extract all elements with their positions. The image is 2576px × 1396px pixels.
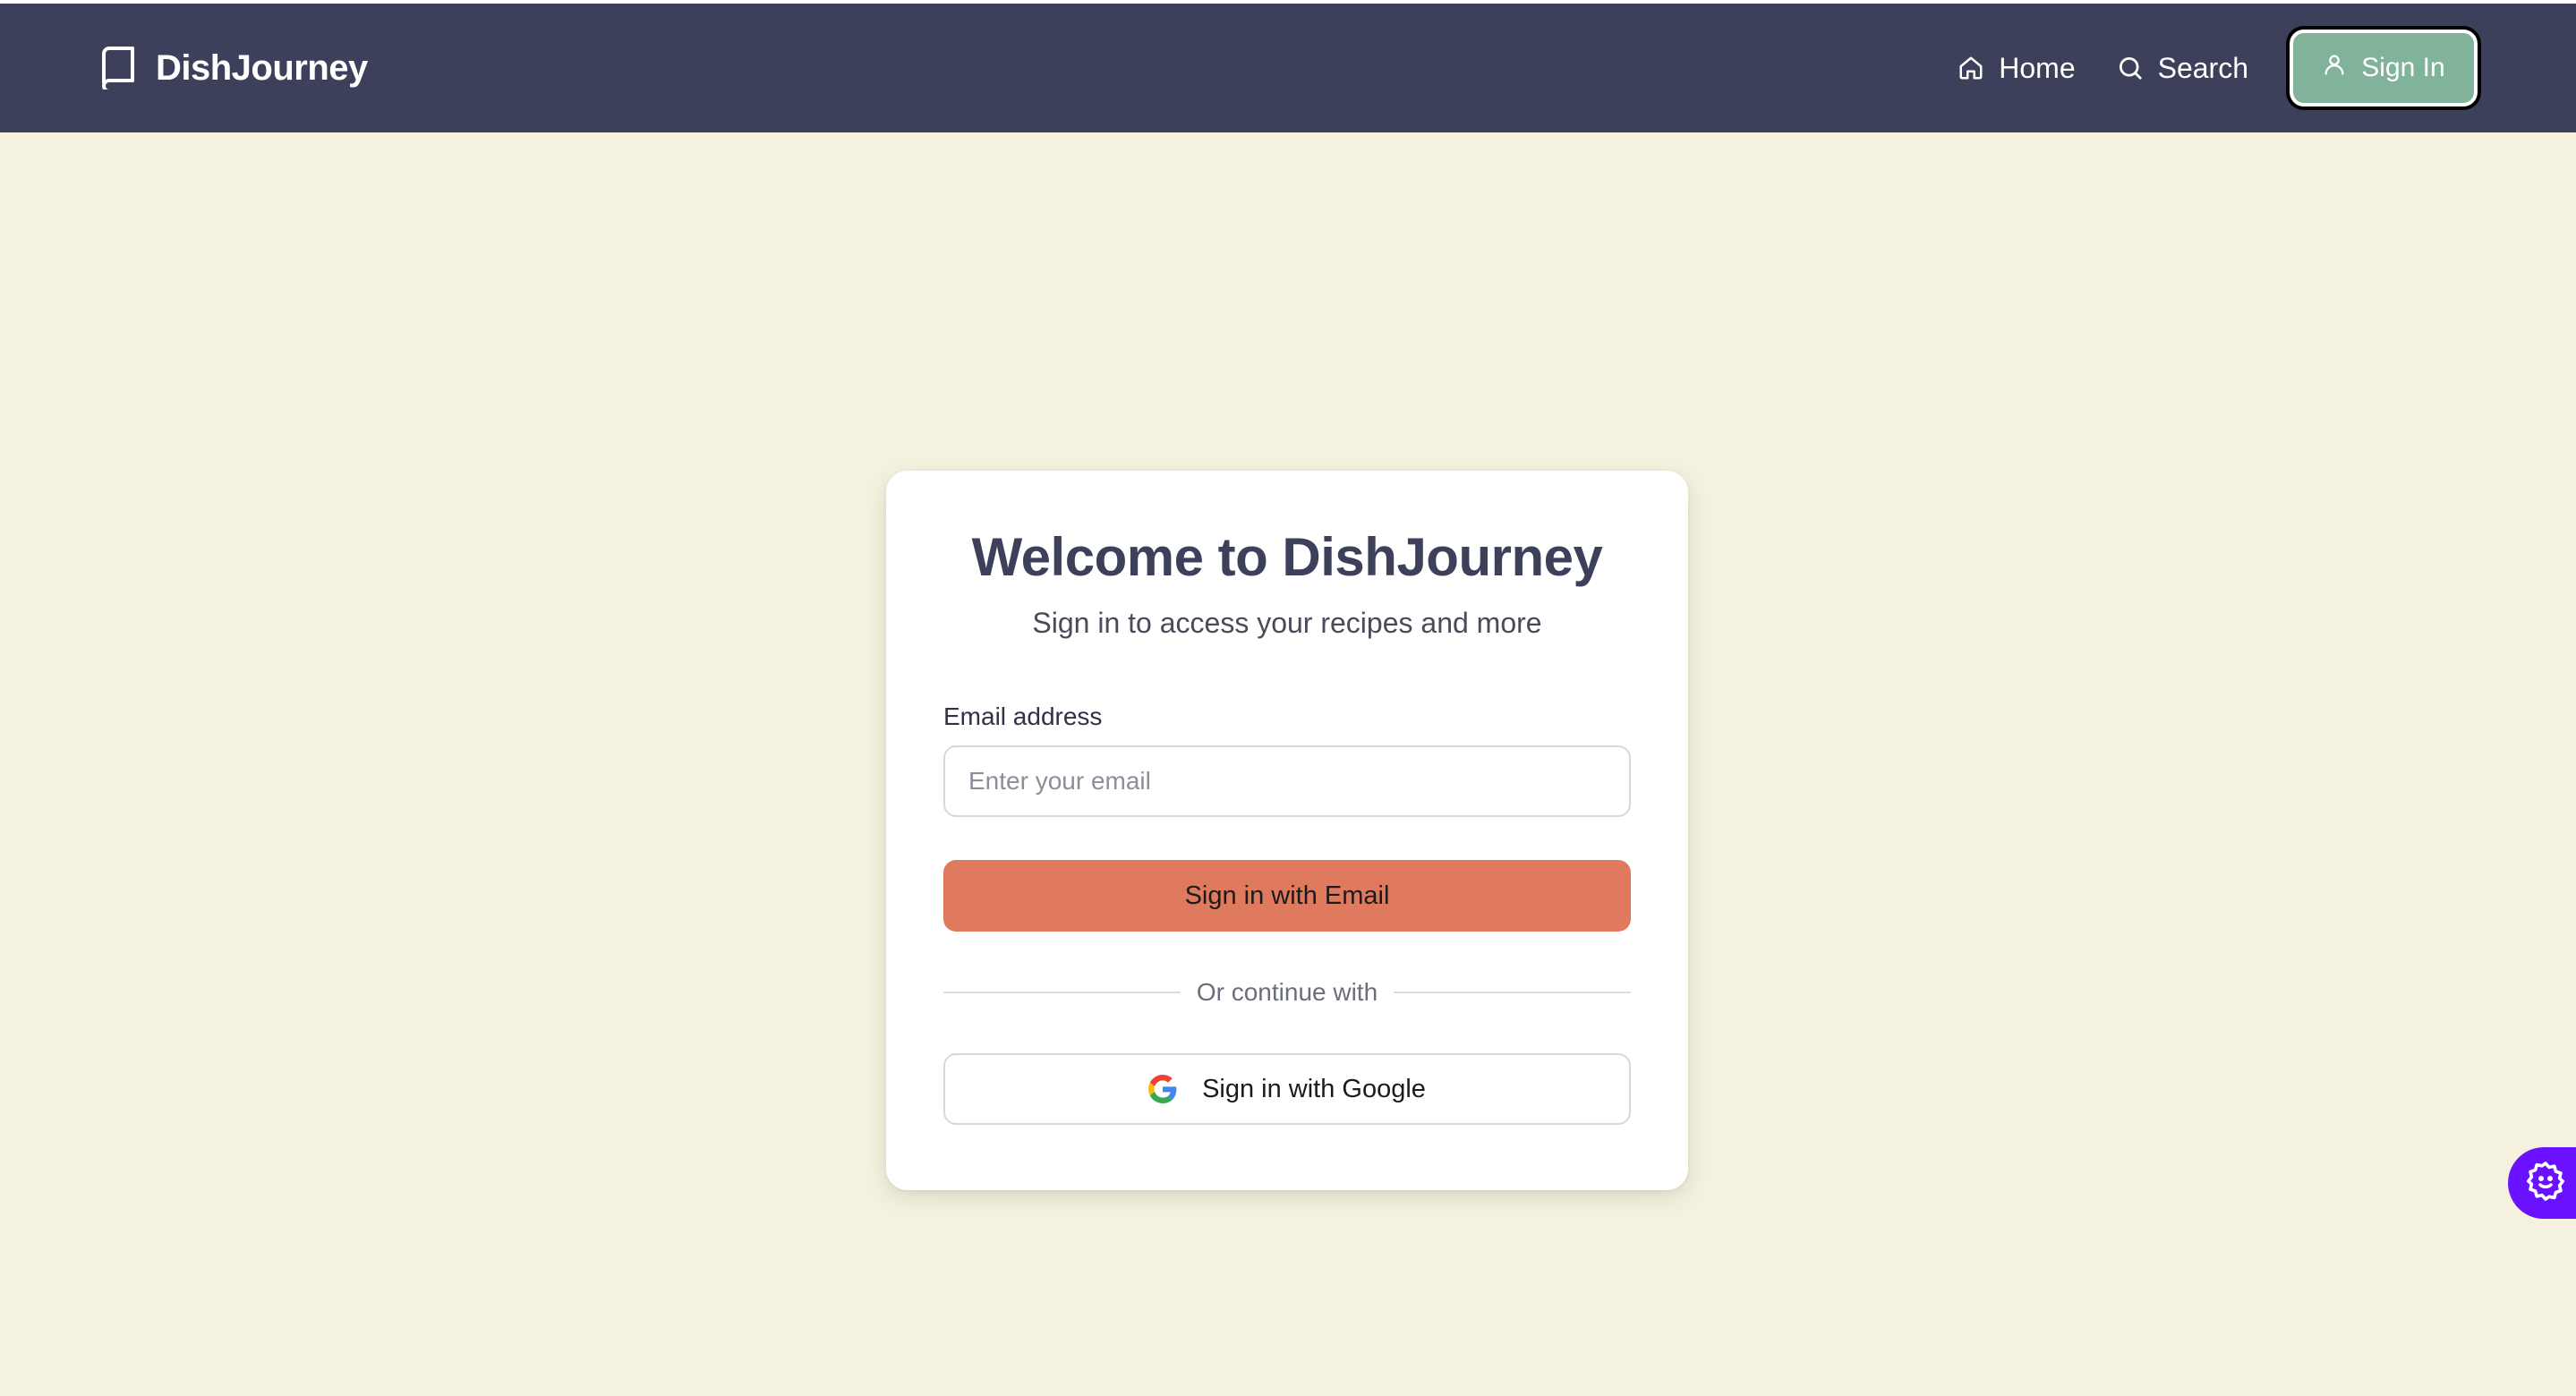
page: DishJourney Home Search Sign In Welcome … xyxy=(0,0,2576,1396)
user-icon xyxy=(2322,52,2347,84)
book-icon xyxy=(100,47,136,89)
nav-search-link[interactable]: Search xyxy=(2117,52,2248,85)
email-label: Email address xyxy=(943,702,1103,730)
header-signin-button[interactable]: Sign In xyxy=(2290,30,2478,106)
email-input[interactable] xyxy=(943,745,1631,817)
nav-links: Home Search Sign In xyxy=(1958,30,2478,106)
nav-search-label: Search xyxy=(2157,51,2248,84)
gear-smile-icon xyxy=(2524,1160,2567,1207)
google-signin-label: Sign in with Google xyxy=(1202,1074,1426,1103)
signin-card: Welcome to DishJourney Sign in to access… xyxy=(886,471,1688,1190)
google-icon xyxy=(1148,1075,1177,1103)
divider: Or continue with xyxy=(943,978,1632,1007)
header-signin-label: Sign In xyxy=(2361,53,2445,82)
card-title: Welcome to DishJourney xyxy=(971,527,1603,587)
brand-link[interactable]: DishJourney xyxy=(100,47,368,89)
divider-text: Or continue with xyxy=(1196,978,1378,1006)
divider-line-right xyxy=(1394,992,1632,993)
email-signin-button[interactable]: Sign in with Email xyxy=(943,860,1631,932)
nav-home-label: Home xyxy=(1999,51,2076,84)
home-icon xyxy=(1958,55,1984,81)
divider-line-left xyxy=(943,992,1181,993)
search-icon xyxy=(2117,55,2144,81)
google-signin-button[interactable]: Sign in with Google xyxy=(943,1053,1631,1125)
floating-widget-button[interactable] xyxy=(2508,1147,2576,1219)
nav-home-link[interactable]: Home xyxy=(1958,51,2076,85)
brand-name: DishJourney xyxy=(156,47,368,88)
card-subtitle: Sign in to access your recipes and more xyxy=(1032,607,1542,639)
navbar: DishJourney Home Search Sign In xyxy=(0,4,2576,132)
